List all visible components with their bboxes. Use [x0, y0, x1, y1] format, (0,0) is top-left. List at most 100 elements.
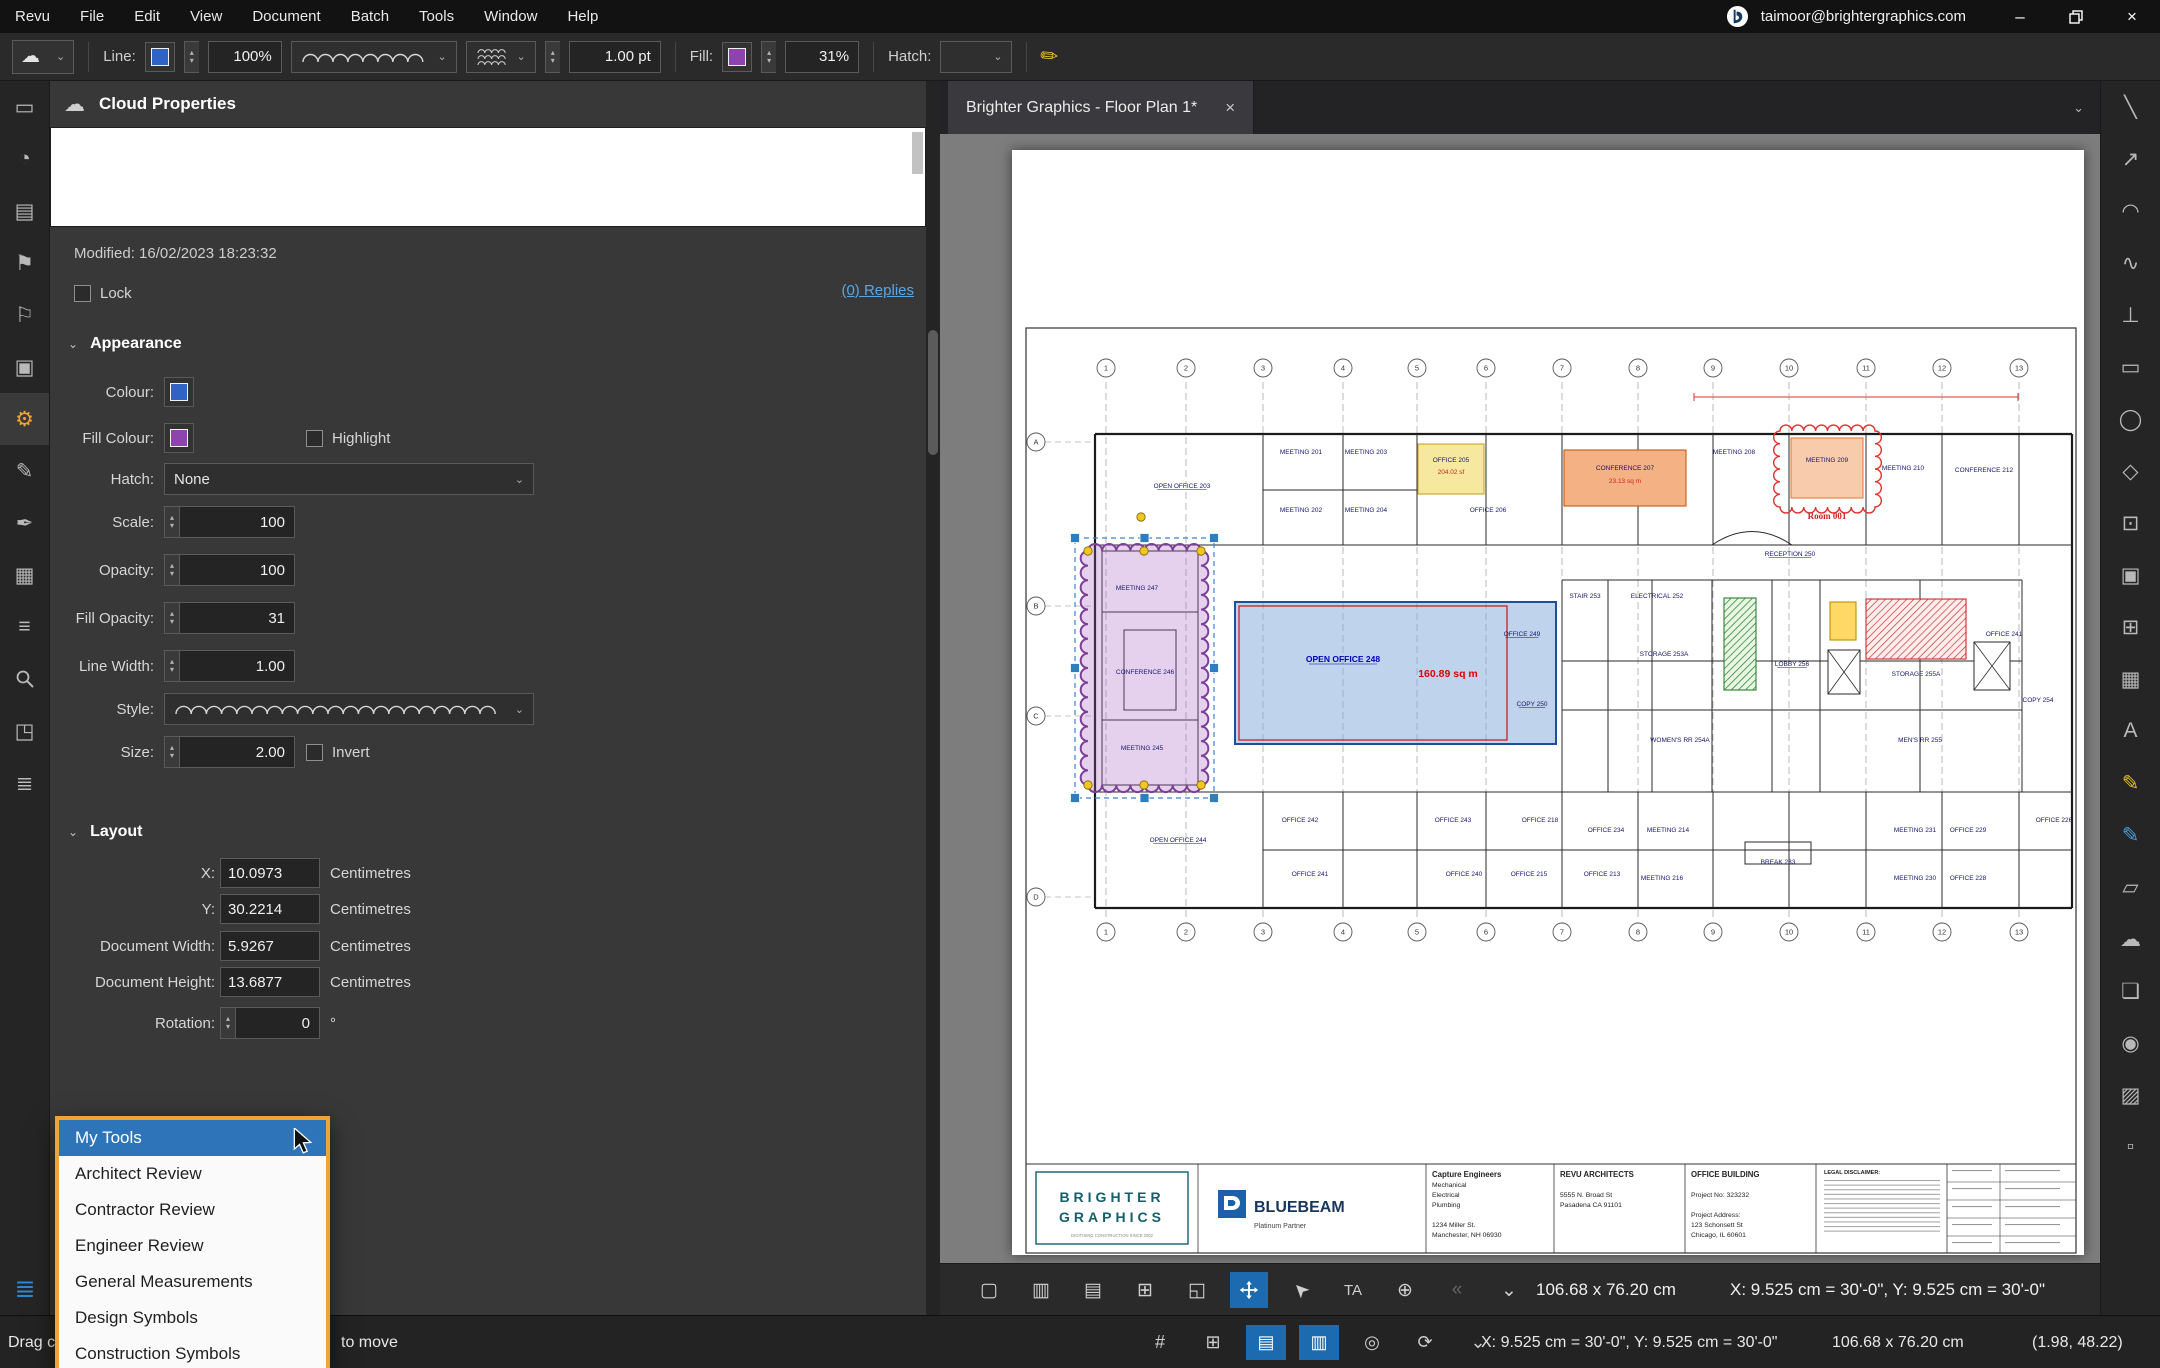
- replies-link[interactable]: (0) Replies: [841, 282, 914, 299]
- snap-toggle-icon[interactable]: ⊞: [1193, 1325, 1233, 1360]
- size-value[interactable]: 2.00: [179, 736, 295, 768]
- tool-set-item-contractor-review[interactable]: Contractor Review: [59, 1192, 326, 1228]
- document-width-field[interactable]: 5.9267: [220, 931, 320, 961]
- colour-swatch[interactable]: [164, 377, 194, 407]
- invert-checkbox[interactable]: [306, 744, 323, 761]
- size-stepper[interactable]: ▴▾: [164, 736, 179, 768]
- y-field[interactable]: 30.2214: [220, 894, 320, 924]
- layout-section-header[interactable]: ⌄ Layout: [68, 817, 143, 847]
- opacity-stepper[interactable]: ▴▾: [164, 554, 179, 586]
- menu-file[interactable]: File: [65, 0, 119, 33]
- region-tool-icon[interactable]: ▫: [2101, 1121, 2160, 1173]
- bookmarks-icon[interactable]: ⚑: [0, 237, 49, 289]
- properties-icon[interactable]: ⚙: [0, 393, 49, 445]
- ellipse-tool-icon[interactable]: ◯: [2101, 393, 2160, 445]
- status-dropdown-icon[interactable]: ⌄: [1458, 1325, 1498, 1360]
- dimension-tool-icon[interactable]: ⊥: [2101, 289, 2160, 341]
- line-width-stepper[interactable]: ▴▾: [164, 650, 179, 682]
- comment-scrollbar-thumb[interactable]: [912, 132, 923, 174]
- restore-button[interactable]: [2048, 0, 2104, 33]
- close-button[interactable]: ×: [2104, 0, 2160, 33]
- minimize-button[interactable]: –: [1992, 0, 2048, 33]
- measurements-panel-icon[interactable]: ▭: [0, 81, 49, 133]
- stamp-tool-icon[interactable]: ◉: [2101, 1017, 2160, 1069]
- pen-tool-icon[interactable]: ✎: [2101, 809, 2160, 861]
- tab-list-chevron-icon[interactable]: ⌄: [2073, 100, 2084, 116]
- document-height-field[interactable]: 13.6877: [220, 967, 320, 997]
- flags-icon[interactable]: ⚐: [0, 289, 49, 341]
- opacity-value[interactable]: 100: [179, 554, 295, 586]
- first-page-icon[interactable]: «: [1438, 1272, 1476, 1308]
- scale-stepper[interactable]: ▴▾: [164, 506, 179, 538]
- pan-tool-icon[interactable]: [1230, 1272, 1268, 1308]
- arc-tool-icon[interactable]: ◠: [2101, 185, 2160, 237]
- tab-close-icon[interactable]: ×: [1225, 98, 1235, 118]
- fill-opacity-stepper[interactable]: ▴▾: [164, 602, 179, 634]
- thumbnails-icon[interactable]: ▤: [0, 185, 49, 237]
- fill-colour-swatch[interactable]: [164, 423, 194, 453]
- polygon-tool-icon[interactable]: ◇: [2101, 445, 2160, 497]
- line-width-value[interactable]: 1.00: [179, 650, 295, 682]
- comment-box[interactable]: [50, 127, 926, 227]
- zoom-tool-icon[interactable]: ⊕: [1386, 1272, 1424, 1308]
- multi-page-view-icon[interactable]: ▤: [1074, 1272, 1112, 1308]
- cloud-tool-button[interactable]: ☁ ⌄: [12, 40, 74, 74]
- menu-window[interactable]: Window: [469, 0, 552, 33]
- sets-icon[interactable]: ≣: [0, 757, 49, 809]
- signatures-icon[interactable]: ✒: [0, 497, 49, 549]
- menu-help[interactable]: Help: [552, 0, 613, 33]
- appearance-section-header[interactable]: ⌄ Appearance: [68, 329, 182, 359]
- tool-set-item-architect-review[interactable]: Architect Review: [59, 1156, 326, 1192]
- tool-set-item-construction-symbols[interactable]: Construction Symbols: [59, 1336, 326, 1368]
- tool-set-item-design-symbols[interactable]: Design Symbols: [59, 1300, 326, 1336]
- menu-document[interactable]: Document: [237, 0, 335, 33]
- menu-edit[interactable]: Edit: [119, 0, 175, 33]
- fill-color-swatch[interactable]: [722, 42, 752, 72]
- eraser-tool-icon[interactable]: ▱: [2101, 861, 2160, 913]
- select-tool-icon[interactable]: ➤: [1275, 1264, 1327, 1316]
- cloud-markup-selected[interactable]: [1081, 544, 1209, 792]
- hatch-select[interactable]: None⌄: [164, 463, 534, 495]
- navigation-icon[interactable]: ◎: [1352, 1325, 1392, 1360]
- text-tool-icon[interactable]: A: [2101, 705, 2160, 757]
- layers-icon[interactable]: ≡: [0, 601, 49, 653]
- line-width-stepper[interactable]: ▴▾: [545, 41, 560, 73]
- document-tab[interactable]: Brighter Graphics - Floor Plan 1* ×: [948, 81, 1254, 134]
- lock-checkbox[interactable]: [74, 285, 91, 302]
- markups-icon[interactable]: ✎: [0, 445, 49, 497]
- menu-batch[interactable]: Batch: [336, 0, 404, 33]
- split-view-icon[interactable]: ⊞: [1126, 1272, 1164, 1308]
- markups-list-toggle-icon[interactable]: ≣: [0, 1267, 50, 1311]
- document-canvas[interactable]: 1122334455667788991010111112121313ABCDRo…: [940, 134, 2100, 1263]
- 3d-model-icon[interactable]: ◳: [0, 705, 49, 757]
- tool-set-item-engineer-review[interactable]: Engineer Review: [59, 1228, 326, 1264]
- panel-scrollbar-thumb[interactable]: [928, 330, 938, 455]
- line-opacity-value[interactable]: 100%: [208, 41, 282, 73]
- line-opacity-stepper[interactable]: ▴▾: [184, 41, 199, 73]
- highlighter-tool-icon[interactable]: ✎: [2101, 757, 2160, 809]
- side-by-side-view-icon[interactable]: ▥: [1022, 1272, 1060, 1308]
- x-field[interactable]: 10.0973: [220, 858, 320, 888]
- file-access-icon[interactable]: ◔: [0, 133, 49, 185]
- rotation-value[interactable]: 0: [235, 1007, 320, 1039]
- single-page-view-icon[interactable]: ▢: [970, 1272, 1008, 1308]
- spaces-icon[interactable]: ▦: [0, 549, 49, 601]
- rectangle-tool-icon[interactable]: ▭: [2101, 341, 2160, 393]
- markup-mode-icon[interactable]: ▤: [1246, 1325, 1286, 1360]
- hatch-tool-icon[interactable]: ▦: [2101, 653, 2160, 705]
- style-select[interactable]: ⌄: [164, 693, 534, 725]
- highlighter-mode-icon[interactable]: ✎: [1035, 41, 1065, 71]
- floor-plan-page[interactable]: 1122334455667788991010111112121313ABCDRo…: [1012, 150, 2084, 1255]
- polyline-tool-icon[interactable]: ∿: [2101, 237, 2160, 289]
- fit-page-icon[interactable]: ◱: [1178, 1272, 1216, 1308]
- callout-tool-icon[interactable]: ❏: [2101, 965, 2160, 1017]
- fill-opacity-value[interactable]: 31: [179, 602, 295, 634]
- line-tool-icon[interactable]: ╲: [2101, 81, 2160, 133]
- document-mode-icon[interactable]: ▥: [1299, 1325, 1339, 1360]
- search-icon[interactable]: [0, 653, 49, 705]
- rotation-stepper[interactable]: ▴▾: [220, 1007, 235, 1039]
- rectangle-markup[interactable]: [1235, 602, 1556, 744]
- scale-value[interactable]: 100: [179, 506, 295, 538]
- line-pattern-dropdown[interactable]: ⌄: [466, 41, 536, 73]
- menu-view[interactable]: View: [175, 0, 237, 33]
